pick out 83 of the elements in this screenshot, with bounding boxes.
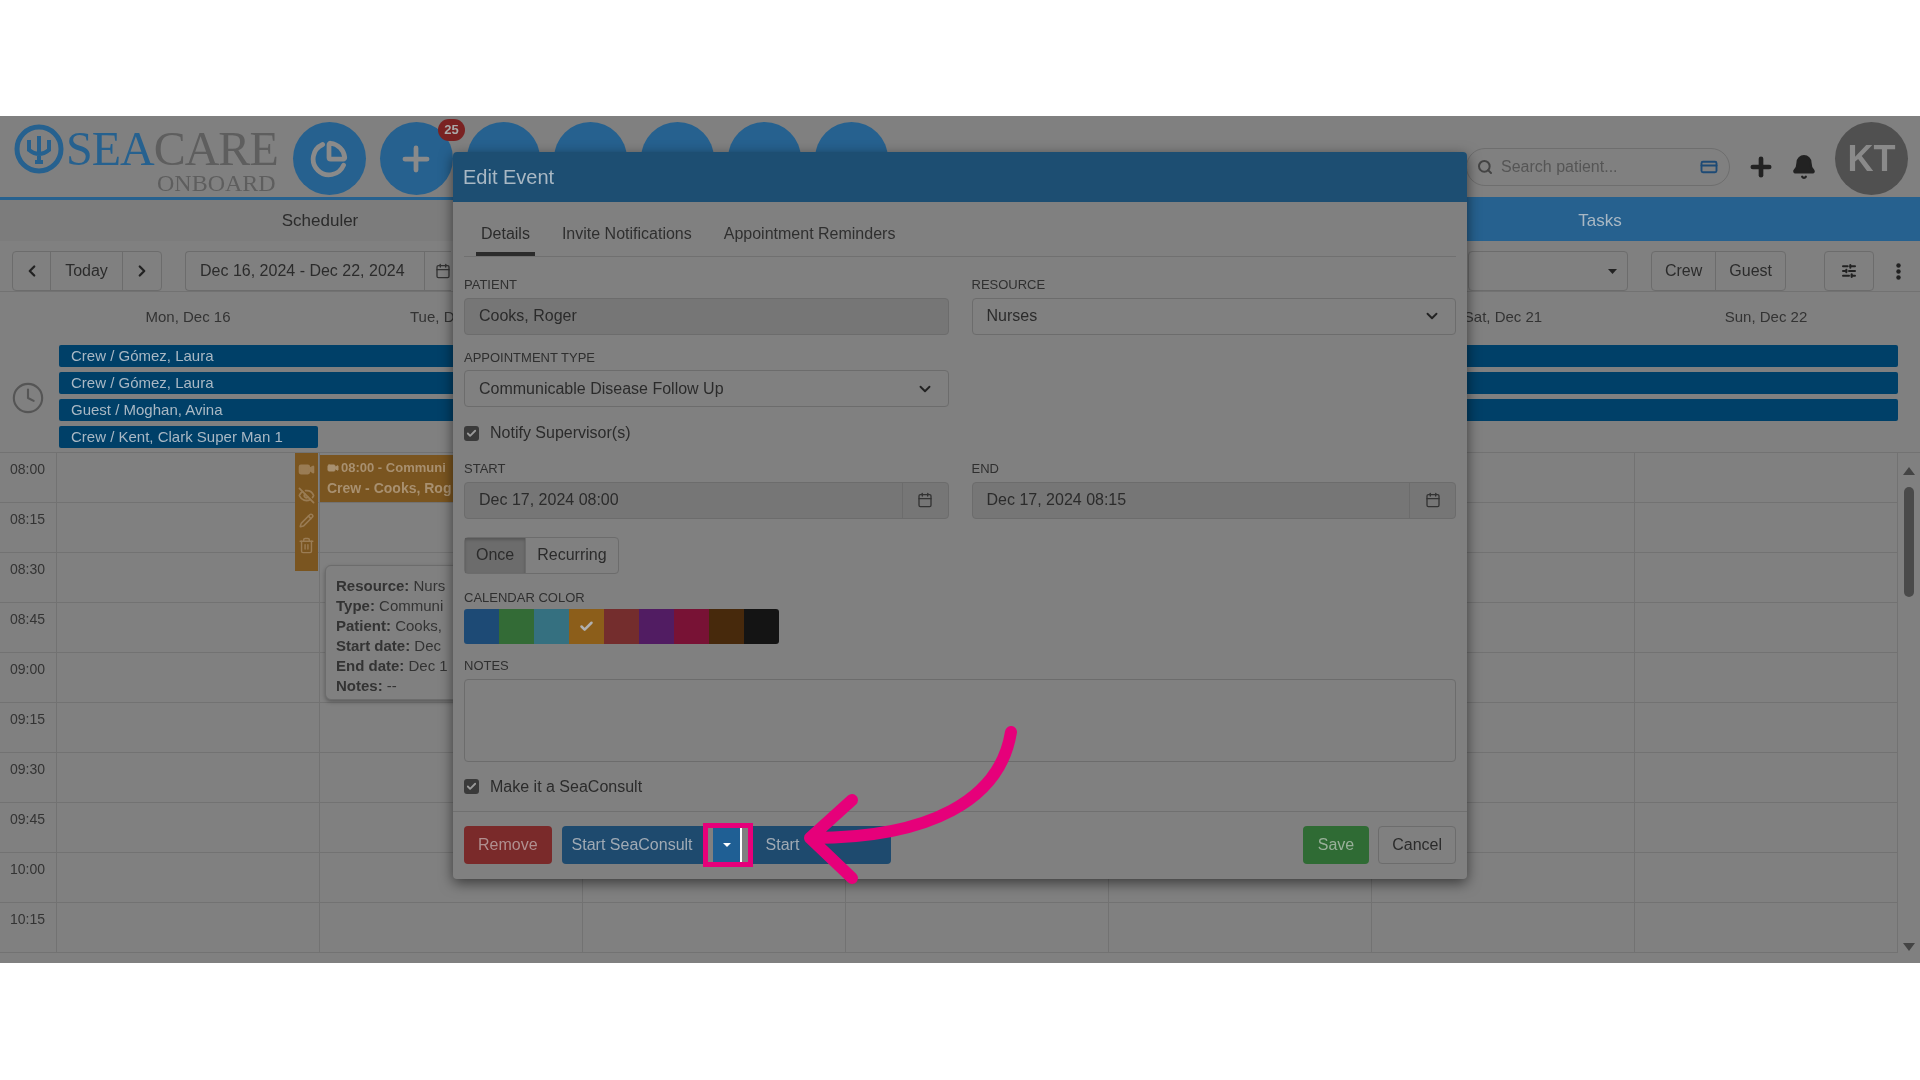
color-swatch[interactable]: [499, 609, 534, 644]
time-label: 09:15: [0, 703, 57, 752]
date-time-field[interactable]: Dec 17, 2024 08:15: [971, 481, 1456, 519]
tooltip-line: Notes: --: [336, 676, 398, 696]
calendar-icon: [1424, 492, 1441, 508]
tooltip-line: Resource: Nurs: [336, 576, 447, 596]
color-swatch[interactable]: [534, 609, 569, 644]
search-icon: [1477, 158, 1493, 175]
field-label: NOTES: [464, 657, 510, 675]
color-swatch[interactable]: [744, 609, 779, 644]
checkbox-label: Make it a SeaConsult: [490, 776, 643, 797]
tooltip-line: Patient: Cooks,: [336, 616, 443, 636]
time-label: 10:00: [0, 853, 57, 902]
field-label: START: [464, 460, 507, 478]
check-icon: [466, 427, 477, 439]
dialog-tab[interactable]: Appointment Reminders: [718, 215, 901, 256]
event-subtitle: Crew - Cooks, Rog: [327, 478, 453, 498]
notes-field[interactable]: [464, 678, 1456, 762]
recurrence-toggle[interactable]: Once: [465, 537, 526, 573]
scroll-thumb[interactable]: [1904, 487, 1914, 597]
more-icon: [1895, 262, 1901, 280]
dropdown-toggle-button[interactable]: [713, 827, 743, 862]
video-icon: [327, 461, 339, 474]
save-button[interactable]: Save: [1302, 825, 1370, 864]
color-swatch[interactable]: [464, 609, 499, 644]
field-label: PATIENT: [464, 276, 518, 294]
time-label: 09:00: [0, 653, 57, 702]
day-header: Sun, Dec 22: [1724, 307, 1808, 327]
user-avatar[interactable]: KT: [1835, 122, 1908, 195]
scroll-down-icon[interactable]: [1903, 943, 1915, 951]
time-label: 08:45: [0, 603, 57, 652]
time-label: 09:30: [0, 753, 57, 802]
filter-button[interactable]: Guest: [1715, 252, 1785, 290]
color-swatch[interactable]: [569, 609, 604, 644]
notification-badge: 25: [438, 119, 465, 141]
settings-button[interactable]: [1824, 251, 1874, 291]
trident-logo-icon: [14, 124, 64, 174]
edit-icon[interactable]: [299, 513, 314, 528]
checkbox-label: Notify Supervisor(s): [490, 423, 631, 443]
view-dropdown[interactable]: [1467, 251, 1628, 291]
caret-icon: [1607, 268, 1617, 274]
check-icon: [466, 781, 477, 792]
time-label: 08:30: [0, 553, 57, 602]
color-swatch[interactable]: [674, 609, 709, 644]
cancel-button[interactable]: Cancel: [1378, 825, 1456, 864]
recurrence-toggle[interactable]: Recurring: [525, 537, 618, 573]
pie-chart-icon: [310, 139, 349, 178]
notifications-icon[interactable]: [1791, 153, 1817, 180]
time-label: 10:15: [0, 903, 57, 952]
date-time-field[interactable]: Dec 17, 2024 08:00: [464, 481, 949, 519]
tooltip-line: Start date: Dec: [336, 636, 443, 656]
day-header: Mon, Dec 16: [145, 307, 231, 327]
clock-icon: [11, 381, 45, 415]
time-label: 08:15: [0, 503, 57, 552]
delete-icon[interactable]: [298, 537, 315, 554]
remove-button[interactable]: Remove: [464, 825, 552, 864]
field-label: END: [971, 460, 1000, 478]
calendar-icon: [917, 492, 933, 508]
seaconsult-checkbox[interactable]: [464, 779, 479, 794]
field-label: APPOINTMENT TYPE: [464, 348, 596, 367]
color-swatch[interactable]: [604, 609, 639, 644]
dialog-tab[interactable]: Details: [476, 215, 535, 256]
all-day-event[interactable]: Crew / Kent, Clark Super Man 1: [59, 426, 318, 448]
date-range-field[interactable]: Dec 16, 2024 - Dec 22, 2024: [185, 251, 451, 291]
time-label: 08:00: [0, 453, 57, 502]
time-label: 09:45: [0, 803, 57, 852]
check-icon: [579, 619, 594, 634]
field-label: CALENDAR COLOR: [464, 588, 586, 607]
filter-button[interactable]: Crew: [1651, 252, 1716, 290]
notify-checkbox[interactable]: [464, 425, 479, 441]
caret-icon: [722, 842, 731, 847]
patient-field[interactable]: Cooks, Roger: [464, 297, 949, 335]
color-swatch[interactable]: [709, 609, 744, 644]
dialog-title: Edit Event: [463, 165, 555, 190]
color-swatch[interactable]: [639, 609, 674, 644]
resource-select[interactable]: Nurses: [971, 297, 1456, 335]
appointment-type-select[interactable]: Communicable Disease Follow Up: [464, 370, 949, 407]
start-seaconsult-button[interactable]: Start SeaConsult: [561, 825, 703, 864]
hidden-eye-icon[interactable]: [298, 487, 315, 504]
calendar-icon: [435, 263, 451, 279]
sliders-icon: [1841, 263, 1857, 279]
field-label: RESOURCE: [971, 276, 1047, 294]
scroll-up-icon[interactable]: [1903, 467, 1915, 475]
